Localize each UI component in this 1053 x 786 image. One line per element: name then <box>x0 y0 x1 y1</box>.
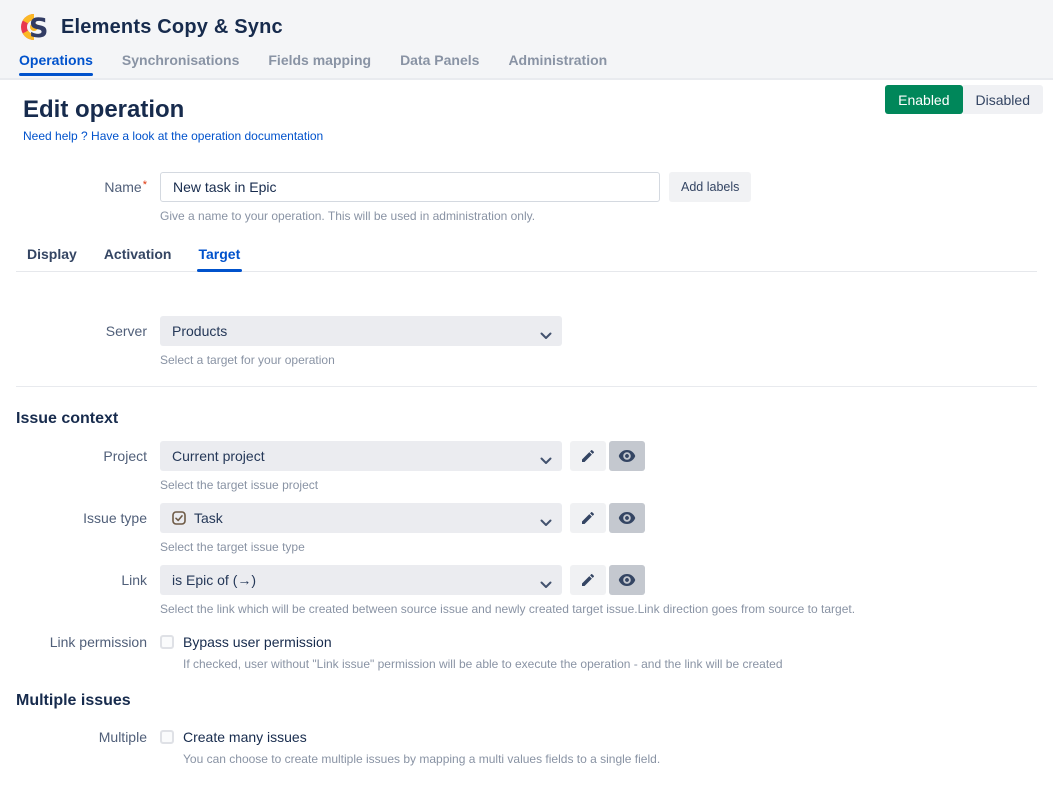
link-row: Link is Epic of (→) <box>16 565 1037 595</box>
project-label: Project <box>16 448 147 464</box>
server-helper-text: Select a target for your operation <box>160 353 1037 367</box>
project-row: Project Current project <box>16 441 1037 471</box>
tab-activation[interactable]: Activation <box>104 246 172 271</box>
app-logo-icon: S <box>18 11 50 43</box>
multiple-helper-text: You can choose to create multiple issues… <box>183 752 1037 766</box>
name-input[interactable] <box>160 172 660 202</box>
task-type-icon <box>172 511 186 525</box>
project-select[interactable]: Current project <box>160 441 562 471</box>
server-select[interactable]: Products <box>160 316 562 346</box>
operation-documentation-link[interactable]: Need help ? Have a look at the operation… <box>23 129 323 143</box>
required-marker: * <box>143 179 147 191</box>
disabled-button[interactable]: Disabled <box>963 85 1043 114</box>
issue-type-select[interactable]: Task <box>160 503 562 533</box>
server-label: Server <box>16 323 147 339</box>
issue-type-select-value: Task <box>194 510 223 526</box>
pencil-icon <box>580 510 596 526</box>
app-header: S Elements Copy & Sync Operations Synchr… <box>0 0 1053 80</box>
tab-target[interactable]: Target <box>199 246 241 271</box>
primary-nav: Operations Synchronisations Fields mappi… <box>18 52 1035 76</box>
pencil-icon <box>580 448 596 464</box>
create-many-issues-checkbox-label[interactable]: Create many issues <box>183 729 307 745</box>
issue-type-view-button[interactable] <box>609 503 645 533</box>
project-view-button[interactable] <box>609 441 645 471</box>
svg-text:S: S <box>29 13 48 43</box>
enabled-button[interactable]: Enabled <box>885 85 962 114</box>
operation-sub-tabs: Display Activation Target <box>16 246 1037 272</box>
chevron-down-icon <box>540 514 552 530</box>
chevron-down-icon <box>540 576 552 592</box>
link-label: Link <box>16 572 147 588</box>
project-helper-text: Select the target issue project <box>160 478 1037 492</box>
server-row: Server Products <box>16 316 1037 346</box>
nav-tab-synchronisations[interactable]: Synchronisations <box>122 52 239 76</box>
name-helper-text: Give a name to your operation. This will… <box>160 209 1037 223</box>
chevron-down-icon <box>540 452 552 468</box>
bypass-user-permission-checkbox-label[interactable]: Bypass user permission <box>183 634 332 650</box>
issue-context-heading: Issue context <box>16 410 1037 428</box>
eye-icon <box>618 511 636 525</box>
issue-type-row: Issue type Task <box>16 503 1037 533</box>
project-edit-button[interactable] <box>570 441 606 471</box>
name-row: Name* Add labels <box>16 172 1037 202</box>
nav-tab-data-panels[interactable]: Data Panels <box>400 52 479 76</box>
bypass-user-permission-checkbox[interactable] <box>160 635 174 649</box>
chevron-down-icon <box>540 327 552 343</box>
name-label: Name* <box>16 179 147 195</box>
issue-type-label: Issue type <box>16 510 147 526</box>
issue-type-helper-text: Select the target issue type <box>160 540 1037 554</box>
multiple-row: Multiple Create many issues <box>16 729 1037 745</box>
status-toggle: Enabled Disabled <box>885 85 1043 114</box>
link-permission-row: Link permission Bypass user permission <box>16 634 1037 650</box>
server-select-value: Products <box>172 323 227 339</box>
link-view-button[interactable] <box>609 565 645 595</box>
multiple-label: Multiple <box>16 729 147 745</box>
eye-icon <box>618 449 636 463</box>
link-helper-text: Select the link which will be created be… <box>160 602 1037 616</box>
link-select-value: is Epic of (→) <box>172 572 256 588</box>
project-select-value: Current project <box>172 448 265 464</box>
nav-tab-administration[interactable]: Administration <box>508 52 607 76</box>
section-divider <box>16 386 1037 387</box>
multiple-issues-heading: Multiple issues <box>16 692 1037 710</box>
tab-display[interactable]: Display <box>27 246 77 271</box>
create-many-issues-checkbox[interactable] <box>160 730 174 744</box>
link-select[interactable]: is Epic of (→) <box>160 565 562 595</box>
main-content: Edit operation Need help ? Have a look a… <box>0 80 1053 766</box>
link-permission-helper-text: If checked, user without "Link issue" pe… <box>183 657 1037 671</box>
app-brand: S Elements Copy & Sync <box>18 11 1035 43</box>
add-labels-button[interactable]: Add labels <box>669 172 751 202</box>
pencil-icon <box>580 572 596 588</box>
issue-type-edit-button[interactable] <box>570 503 606 533</box>
eye-icon <box>618 573 636 587</box>
link-edit-button[interactable] <box>570 565 606 595</box>
link-permission-label: Link permission <box>16 634 147 650</box>
app-title: Elements Copy & Sync <box>61 16 283 39</box>
nav-tab-fields-mapping[interactable]: Fields mapping <box>268 52 371 76</box>
nav-tab-operations[interactable]: Operations <box>19 52 93 76</box>
